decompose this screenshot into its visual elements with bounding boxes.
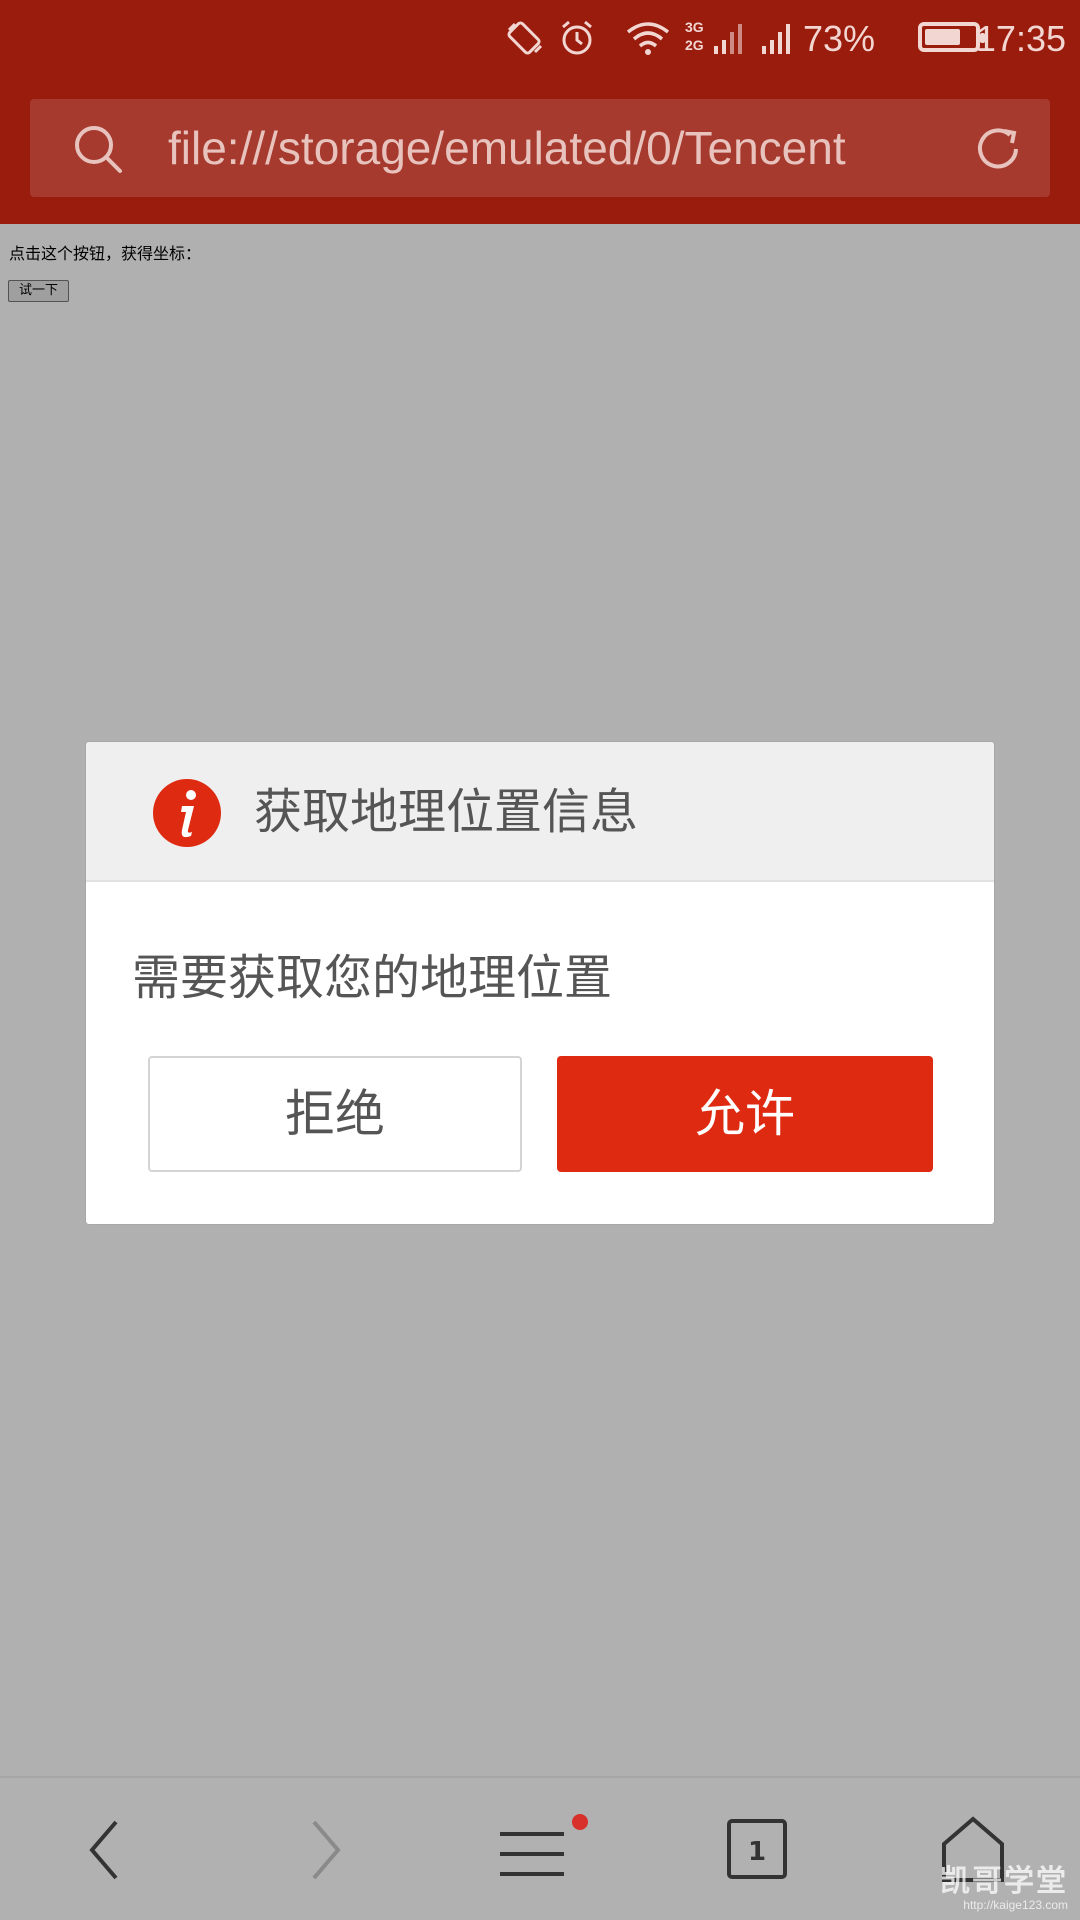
allow-button[interactable]: 允许: [557, 1056, 933, 1172]
battery-icon: [918, 22, 985, 52]
network-type: 3G 2G: [685, 19, 704, 53]
status-bar: 3G 2G 73% 17:35: [0, 0, 1080, 78]
geolocation-dialog: 获取地理位置信息 需要获取您的地理位置 拒绝 允许: [86, 742, 994, 1224]
deny-button[interactable]: 拒绝: [148, 1056, 522, 1172]
tabs-button[interactable]: 1: [700, 1778, 820, 1920]
tabs-icon: 1: [727, 1819, 787, 1879]
clock: 17:35: [975, 18, 1066, 59]
forward-button[interactable]: [264, 1778, 384, 1920]
rotate-icon: [507, 21, 543, 55]
forward-icon: [312, 1820, 341, 1880]
url-text[interactable]: file:///storage/emulated/0/Tencent: [168, 99, 948, 197]
dialog-header: 获取地理位置信息: [86, 742, 994, 882]
alarm-icon: [562, 20, 592, 55]
watermark: 凯哥学堂 http://kaige123.com: [940, 1865, 1068, 1913]
dialog-title: 获取地理位置信息: [254, 784, 639, 840]
menu-button[interactable]: [478, 1778, 598, 1920]
back-icon: [89, 1820, 118, 1880]
address-bar[interactable]: file:///storage/emulated/0/Tencent: [30, 99, 1050, 197]
refresh-icon[interactable]: [970, 121, 1026, 177]
back-button[interactable]: [46, 1778, 166, 1920]
signal-icon: [714, 24, 742, 54]
battery-level-fill: [925, 29, 961, 45]
battery-percent: 73%: [802, 18, 875, 59]
info-icon: [153, 779, 221, 847]
menu-icon: [500, 1814, 588, 1876]
dialog-message: 需要获取您的地理位置: [132, 950, 613, 1006]
browser-toolbar: file:///storage/emulated/0/Tencent: [0, 78, 1080, 224]
search-icon[interactable]: [70, 121, 126, 177]
bottom-navigation: 1 凯哥学堂 http://kaige123.com: [0, 1776, 1080, 1920]
wifi-icon: [626, 22, 670, 55]
tab-count: 1: [748, 1837, 766, 1867]
signal-icon-2: [762, 24, 790, 54]
